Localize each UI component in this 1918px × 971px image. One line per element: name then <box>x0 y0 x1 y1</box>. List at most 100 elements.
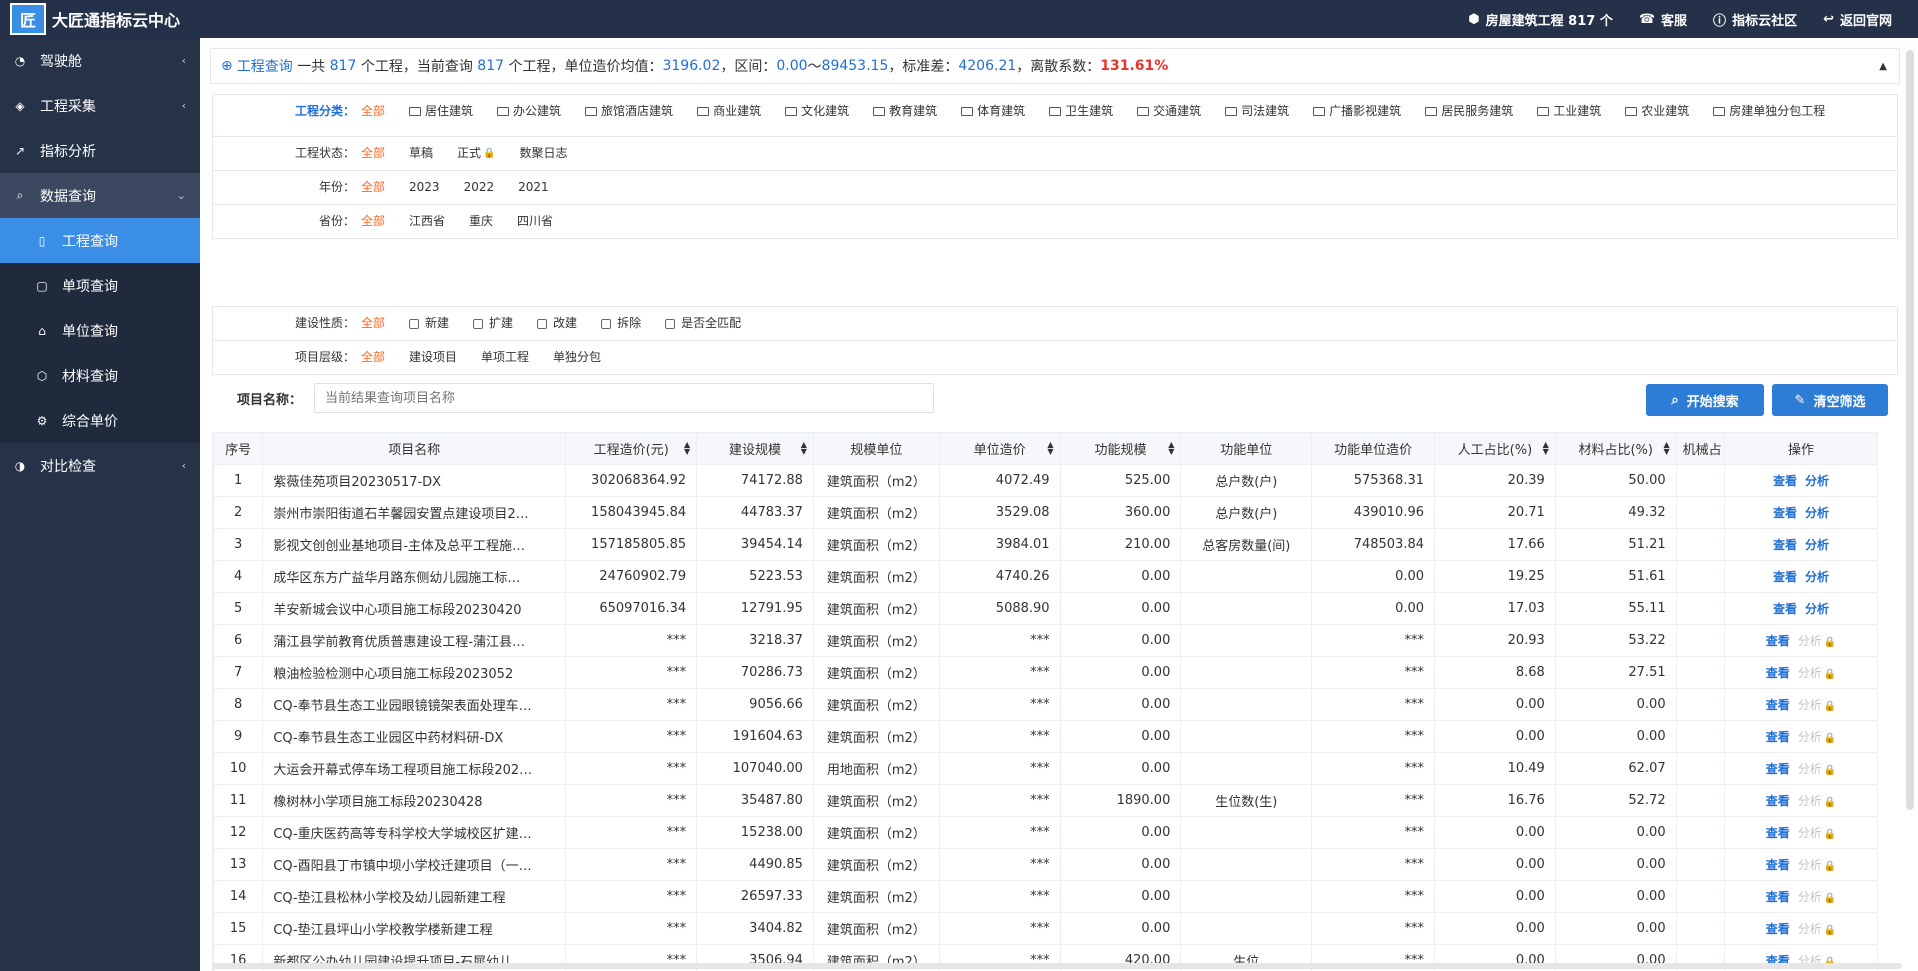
filter-option[interactable]: 数聚日志 <box>520 145 568 162</box>
view-link[interactable]: 查看 <box>1766 922 1790 936</box>
vertical-scrollbar[interactable] <box>1906 50 1914 810</box>
filter-option[interactable]: 居民服务建筑 <box>1425 103 1513 120</box>
filter-option[interactable]: 居住建筑 <box>409 103 473 120</box>
checkbox[interactable] <box>473 318 484 329</box>
filter-option[interactable]: 四川省 <box>517 213 553 230</box>
checkbox[interactable] <box>409 318 420 329</box>
analyze-link[interactable]: 分析 <box>1805 538 1829 552</box>
sidebar-item-1[interactable]: ◈ 工程采集 ‹ <box>0 83 200 128</box>
filter-option[interactable]: 卫生建筑 <box>1049 103 1113 120</box>
view-link[interactable]: 查看 <box>1766 730 1790 744</box>
filter-option[interactable]: 教育建筑 <box>873 103 937 120</box>
table-row[interactable]: 4 成华区东方广益华月路东侧幼儿园施工标… 24760902.79 5223.53 建筑… <box>213 560 1879 593</box>
logo[interactable]: 匠 大匠通指标云中心 <box>0 3 180 35</box>
view-link[interactable]: 查看 <box>1766 762 1790 776</box>
filter-option[interactable]: 司法建筑 <box>1225 103 1289 120</box>
submenu-item-4[interactable]: ⚙ 综合单价 <box>0 398 200 443</box>
column-header[interactable]: 建设规模 ▲ ▼ <box>696 432 814 465</box>
filter-option[interactable]: 单项工程 <box>481 349 529 366</box>
view-link[interactable]: 查看 <box>1766 666 1790 680</box>
filter-option[interactable]: 办公建筑 <box>497 103 561 120</box>
table-row[interactable]: 13 CQ-酉阳县丁市镇中坝小学校迁建项目（一… *** 4490.85 建筑面积（m2… <box>213 848 1879 881</box>
filter-option[interactable]: 2023 <box>409 179 440 196</box>
filter-option[interactable]: 建设项目 <box>409 349 457 366</box>
view-link[interactable]: 查看 <box>1773 538 1797 552</box>
sort-icon[interactable]: ▲ ▼ <box>1663 441 1669 456</box>
sort-icon[interactable]: ▲ ▼ <box>1047 441 1053 456</box>
sort-icon[interactable]: ▲ ▼ <box>1168 441 1174 456</box>
filter-option-all[interactable]: 全部 <box>361 103 385 120</box>
view-link[interactable]: 查看 <box>1766 826 1790 840</box>
view-link[interactable]: 查看 <box>1773 602 1797 616</box>
collapse-caret-icon[interactable]: ▲ <box>1879 61 1887 72</box>
checkbox[interactable] <box>537 318 548 329</box>
filter-option-all[interactable]: 全部 <box>361 315 385 332</box>
column-header[interactable]: 功能规模 ▲ ▼ <box>1059 432 1182 465</box>
table-row[interactable]: 8 CQ-奉节县生态工业园眼镜镜架表面处理车… *** 9056.66 建筑面积（m2）… <box>213 688 1879 721</box>
filter-option[interactable]: 重庆 <box>469 213 493 230</box>
filter-option[interactable]: 房建单独分包工程 <box>1713 103 1825 120</box>
filter-option[interactable]: 交通建筑 <box>1137 103 1201 120</box>
view-link[interactable]: 查看 <box>1766 794 1790 808</box>
table-row[interactable]: 11 橡树林小学项目施工标段20230428 *** 35487.80 建筑面积（m2）… <box>213 784 1879 817</box>
sort-icon[interactable]: ▲ ▼ <box>684 441 690 456</box>
submenu-item-3[interactable]: ⬡ 材料查询 <box>0 353 200 398</box>
view-link[interactable]: 查看 <box>1766 890 1790 904</box>
clear-filter-button[interactable]: ✎ 清空筛选 <box>1772 384 1888 416</box>
filter-option[interactable]: 工业建筑 <box>1537 103 1601 120</box>
view-link[interactable]: 查看 <box>1766 634 1790 648</box>
horizontal-scrollbar[interactable] <box>212 963 1902 969</box>
top-item-1[interactable]: ☎ 客服 <box>1639 10 1687 29</box>
filter-option[interactable]: 2021 <box>518 179 549 196</box>
analyze-link[interactable]: 分析 <box>1805 474 1829 488</box>
checkbox[interactable] <box>601 318 612 329</box>
column-header[interactable]: 工程造价(元) ▲ ▼ <box>565 432 698 465</box>
filter-option-all[interactable]: 全部 <box>361 179 385 196</box>
top-item-3[interactable]: ↩ 返回官网 <box>1823 10 1892 29</box>
checkbox[interactable] <box>665 318 676 329</box>
top-item-2[interactable]: ⓘ 指标云社区 <box>1713 10 1797 29</box>
submenu-item-0[interactable]: ▯ 工程查询 <box>0 218 200 263</box>
table-row[interactable]: 15 CQ-垫江县坪山小学校教学楼新建工程 *** 3404.82 建筑面积（m2） **… <box>213 912 1879 945</box>
filter-option[interactable]: 江西省 <box>409 213 445 230</box>
filter-option[interactable]: 广播影视建筑 <box>1313 103 1401 120</box>
filter-option[interactable]: 改建 <box>537 315 577 332</box>
table-row[interactable]: 12 CQ-重庆医药高等专科学校大学城校区扩建… *** 15238.00 建筑面积（m… <box>213 816 1879 849</box>
view-link[interactable]: 查看 <box>1773 474 1797 488</box>
filter-option[interactable]: 是否全匹配 <box>665 315 741 332</box>
view-link[interactable]: 查看 <box>1773 506 1797 520</box>
table-row[interactable]: 6 蒲江县学前教育优质普惠建设工程-蒲江县… *** 3218.37 建筑面积（m2） *… <box>213 624 1879 657</box>
filter-option-all[interactable]: 全部 <box>361 213 385 230</box>
view-link[interactable]: 查看 <box>1766 858 1790 872</box>
view-link[interactable]: 查看 <box>1766 698 1790 712</box>
table-row[interactable]: 9 CQ-奉节县生态工业园区中药材料研-DX *** 191604.63 建筑面积（m2… <box>213 720 1879 753</box>
table-row[interactable]: 10 大运会开幕式停车场工程项目施工标段202… *** 107040.00 用地面积（… <box>213 752 1879 785</box>
analyze-link[interactable]: 分析 <box>1805 506 1829 520</box>
filter-option[interactable]: 体育建筑 <box>961 103 1025 120</box>
sort-icon[interactable]: ▲ ▼ <box>1543 441 1549 456</box>
filter-option[interactable]: 正式 🔒 <box>457 145 495 162</box>
filter-option[interactable]: 草稿 <box>409 145 433 162</box>
filter-option[interactable]: 旅馆酒店建筑 <box>585 103 673 120</box>
table-row[interactable]: 7 粮油检验检测中心项目施工标段2023052 *** 70286.73 建筑面积（m2… <box>213 656 1879 689</box>
filter-option[interactable]: 新建 <box>409 315 449 332</box>
submenu-item-2[interactable]: ⌂ 单位查询 <box>0 308 200 353</box>
sidebar-item-4[interactable]: ◑ 对比检查 ‹ <box>0 443 200 488</box>
sidebar-item-3[interactable]: ⌕ 数据查询 ⌄ <box>0 173 200 218</box>
search-button[interactable]: ⌕ 开始搜索 <box>1646 384 1764 416</box>
filter-option[interactable]: 商业建筑 <box>697 103 761 120</box>
filter-option[interactable]: 单独分包 <box>553 349 601 366</box>
filter-option[interactable]: 文化建筑 <box>785 103 849 120</box>
top-item-0[interactable]: ⬢ 房屋建筑工程 817 个 <box>1468 10 1613 29</box>
sidebar-item-0[interactable]: ◔ 驾驶舱 ‹ <box>0 38 200 83</box>
filter-option[interactable]: 拆除 <box>601 315 641 332</box>
table-row[interactable]: 2 崇州市崇阳街道石羊馨园安置点建设项目2… 158043945.84 44783.3… <box>213 496 1879 529</box>
view-link[interactable]: 查看 <box>1773 570 1797 584</box>
column-header[interactable]: 单位造价 ▲ ▼ <box>938 432 1061 465</box>
table-row[interactable]: 14 CQ-垫江县松林小学校及幼儿园新建工程 *** 26597.33 建筑面积（m2）… <box>213 880 1879 913</box>
sidebar-item-2[interactable]: ↗ 指标分析 <box>0 128 200 173</box>
filter-option-all[interactable]: 全部 <box>361 145 385 162</box>
filter-option[interactable]: 农业建筑 <box>1625 103 1689 120</box>
table-row[interactable]: 5 羊安新城会议中心项目施工标段20230420 65097016.34 12791.… <box>213 592 1879 625</box>
filter-option-all[interactable]: 全部 <box>361 349 385 366</box>
